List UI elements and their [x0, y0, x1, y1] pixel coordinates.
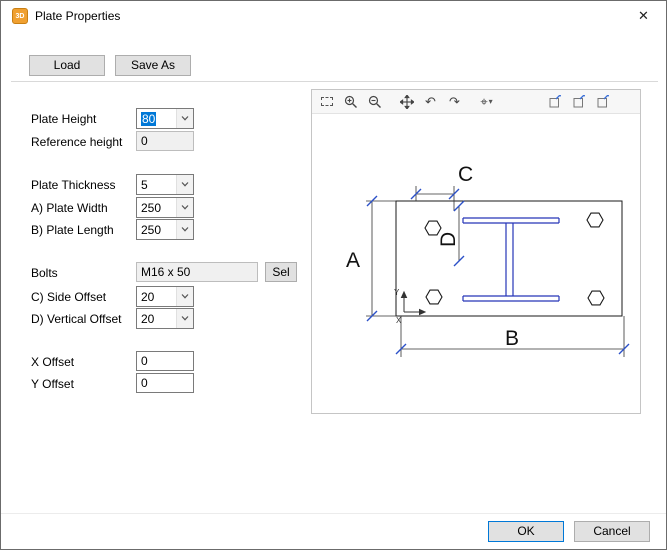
bolt-hole — [587, 213, 603, 227]
bolts-label: Bolts — [31, 266, 58, 280]
zoom-out-icon[interactable] — [366, 93, 383, 110]
plate-length-combobox[interactable]: 250 — [136, 219, 194, 240]
copy-view-icon-2[interactable] — [571, 93, 588, 110]
plate-length-label: B) Plate Length — [31, 223, 114, 237]
y-offset-input[interactable] — [136, 373, 194, 393]
i-beam-section — [463, 218, 559, 301]
ok-button[interactable]: OK — [488, 521, 564, 542]
chevron-down-icon[interactable] — [176, 198, 193, 217]
side-offset-label: C) Side Offset — [31, 290, 106, 304]
close-button[interactable]: ✕ — [621, 1, 666, 31]
marquee-select-icon[interactable] — [318, 93, 335, 110]
dimension-b: B — [396, 316, 629, 357]
plate-thickness-combobox[interactable]: 5 — [136, 174, 194, 195]
rotate-ccw-icon[interactable]: ↶ — [422, 93, 439, 110]
preview-panel: ↶ ↷ ⌖▾ — [311, 89, 641, 414]
vertical-offset-combobox[interactable]: 20 — [136, 308, 194, 329]
axis-y-label: Y — [394, 288, 400, 297]
bolt-hole — [426, 290, 442, 304]
dimension-c: C — [411, 163, 473, 211]
chevron-down-icon[interactable] — [176, 287, 193, 306]
load-button[interactable]: Load — [29, 55, 105, 76]
plate-height-value: 80 — [141, 112, 156, 126]
plate-thickness-value: 5 — [137, 175, 176, 194]
preview-canvas[interactable]: A B C D — [312, 114, 640, 413]
dimension-d: D — [437, 201, 464, 266]
set-origin-icon[interactable]: ⌖▾ — [478, 93, 495, 110]
copy-view-icon-3[interactable] — [595, 93, 612, 110]
chevron-down-icon[interactable] — [176, 220, 193, 239]
app-logo-text: 3D — [16, 13, 25, 20]
plate-width-value: 250 — [137, 198, 176, 217]
bolt-hole — [588, 291, 604, 305]
titlebar: 3D Plate Properties ✕ — [1, 1, 666, 31]
plate-width-label: A) Plate Width — [31, 201, 108, 215]
plate-length-value: 250 — [137, 220, 176, 239]
reference-height-label: Reference height — [31, 135, 122, 149]
dimension-b-label: B — [505, 327, 519, 350]
dimension-a-label: A — [346, 249, 360, 272]
plate-width-combobox[interactable]: 250 — [136, 197, 194, 218]
plate-thickness-label: Plate Thickness — [31, 178, 116, 192]
y-offset-label: Y Offset — [31, 377, 74, 391]
dimension-d-label: D — [437, 232, 460, 247]
preview-toolbar: ↶ ↷ ⌖▾ — [312, 90, 640, 114]
cancel-button[interactable]: Cancel — [574, 521, 650, 542]
side-offset-value: 20 — [137, 287, 176, 306]
reference-height-field: 0 — [136, 131, 194, 151]
plate-height-label: Plate Height — [31, 112, 96, 126]
top-separator — [11, 81, 658, 82]
axis-x-label: X — [396, 316, 402, 325]
save-as-button[interactable]: Save As — [115, 55, 191, 76]
rotate-cw-icon[interactable]: ↷ — [446, 93, 463, 110]
app-logo-icon: 3D — [12, 8, 28, 24]
plate-properties-dialog: 3D Plate Properties ✕ Load Save As Plate… — [0, 0, 667, 550]
chevron-down-icon[interactable] — [176, 309, 193, 328]
dimension-a: A — [346, 196, 396, 321]
plate-height-combobox[interactable]: 80 — [136, 108, 194, 129]
pan-icon[interactable] — [398, 93, 415, 110]
chevron-down-icon[interactable] — [176, 109, 193, 128]
x-offset-label: X Offset — [31, 355, 74, 369]
axis-indicator: Y X — [394, 288, 425, 325]
side-offset-combobox[interactable]: 20 — [136, 286, 194, 307]
vertical-offset-value: 20 — [137, 309, 176, 328]
bolts-field: M16 x 50 — [136, 262, 258, 282]
zoom-in-icon[interactable] — [342, 93, 359, 110]
x-offset-input[interactable] — [136, 351, 194, 371]
copy-view-icon-1[interactable] — [547, 93, 564, 110]
chevron-down-icon[interactable] — [176, 175, 193, 194]
bottom-separator — [1, 513, 667, 514]
bolt-select-button[interactable]: Sel — [265, 262, 297, 282]
vertical-offset-label: D) Vertical Offset — [31, 312, 121, 326]
dimension-c-label: C — [458, 163, 473, 186]
chevron-down-icon[interactable]: ▾ — [489, 97, 493, 106]
window-title: Plate Properties — [35, 9, 120, 23]
view-copy-group — [547, 93, 612, 110]
